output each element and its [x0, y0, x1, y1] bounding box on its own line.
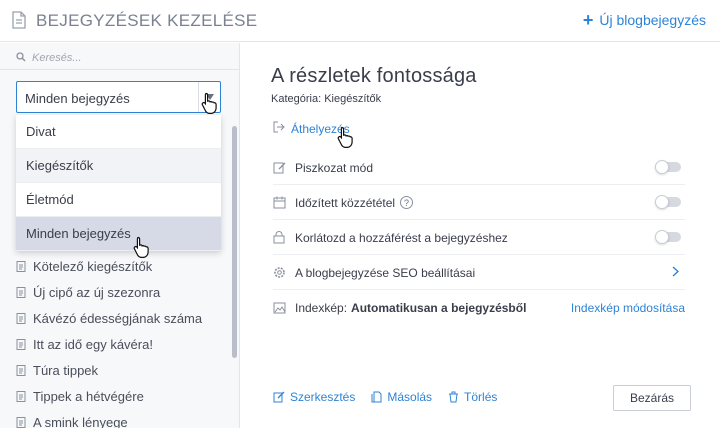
- post-heading: A részletek fontossága: [271, 65, 477, 87]
- edit-label: Szerkesztés: [290, 390, 356, 404]
- copy-icon: [371, 391, 382, 403]
- chevron-right-icon: [672, 266, 680, 280]
- copy-button[interactable]: Másolás: [371, 390, 432, 404]
- document-icon: [12, 11, 26, 34]
- category-filter-select[interactable]: Minden bejegyzés: [16, 81, 221, 113]
- list-item[interactable]: Túra tippek: [16, 357, 228, 383]
- post-icon: [16, 364, 26, 376]
- list-item[interactable]: Új cipő az új szezonra: [16, 279, 228, 305]
- scheduled-publish-label: Időzített közzététel: [295, 195, 396, 210]
- image-icon: [273, 302, 289, 314]
- search-field[interactable]: Keresés...: [16, 49, 82, 67]
- hand-cursor-icon: [201, 92, 217, 114]
- sidebar-scrollbar[interactable]: [232, 126, 237, 358]
- post-title: Kávézó édességjának száma: [33, 310, 203, 326]
- page-title: BEJEGYZÉSEK KEZELÉSE: [36, 11, 258, 30]
- post-title: Kötelező kiegészítők: [33, 258, 153, 274]
- divider: [0, 69, 240, 70]
- list-item[interactable]: Tippek a hétvégére: [16, 383, 228, 409]
- move-icon: [273, 121, 285, 136]
- list-item[interactable]: Kötelező kiegészítők: [16, 253, 228, 279]
- seo-settings-label: A blogbejegyzése SEO beállításai: [295, 265, 476, 280]
- new-post-label: Új blogbejegyzés: [599, 12, 706, 28]
- filter-dropdown-menu: Divat Kiegészítők Életmód Minden bejegyz…: [16, 115, 221, 251]
- restrict-access-toggle[interactable]: [655, 230, 681, 244]
- filter-option-kiegeszitok[interactable]: Kiegészítők: [16, 149, 221, 183]
- change-cover-image-link[interactable]: Indexkép módosítása: [571, 301, 685, 315]
- post-icon: [16, 416, 26, 428]
- scheduled-publish-row: Időzített közzététel ?: [273, 186, 685, 220]
- draft-mode-row: Piszkozat mód: [273, 151, 685, 185]
- list-item[interactable]: Itt az idő egy kávéra!: [16, 331, 228, 357]
- hand-cursor-icon: [133, 236, 149, 258]
- gear-icon: [273, 266, 289, 279]
- post-icon: [16, 390, 26, 402]
- post-actions: Szerkesztés Másolás Törlés: [273, 390, 497, 404]
- pencil-icon: [273, 161, 289, 174]
- post-category: Kategória: Kiegészítők: [271, 93, 382, 105]
- pencil-icon: [273, 391, 285, 403]
- delete-button[interactable]: Törlés: [448, 390, 497, 404]
- header-bar: BEJEGYZÉSEK KEZELÉSE + Új blogbejegyzés: [0, 0, 720, 42]
- help-icon[interactable]: ?: [400, 196, 414, 209]
- draft-mode-label: Piszkozat mód: [295, 160, 374, 175]
- filter-option-eletmod[interactable]: Életmód: [16, 183, 221, 217]
- calendar-icon: [273, 196, 289, 209]
- draft-mode-toggle[interactable]: [655, 160, 681, 174]
- list-item[interactable]: A smink lényege: [16, 409, 228, 428]
- post-title: Itt az idő egy kávéra!: [33, 336, 153, 352]
- plus-icon: +: [582, 10, 594, 30]
- post-details-panel: A részletek fontossága Kategória: Kiegés…: [241, 43, 720, 428]
- post-icon: [16, 286, 26, 298]
- cover-image-row: Indexkép: Automatikusan a bejegyzésből I…: [273, 291, 685, 325]
- post-icon: [16, 260, 26, 272]
- copy-label: Másolás: [387, 390, 433, 404]
- cover-image-label: Indexkép:: [295, 301, 348, 315]
- trash-icon: [449, 391, 459, 403]
- post-icon: [16, 312, 26, 324]
- search-icon: [16, 49, 26, 67]
- delete-label: Törlés: [464, 390, 498, 404]
- search-input[interactable]: Keresés...: [32, 52, 82, 64]
- edit-button[interactable]: Szerkesztés: [273, 390, 355, 404]
- filter-option-all[interactable]: Minden bejegyzés: [16, 217, 221, 251]
- list-item[interactable]: Kávézó édességjának száma: [16, 305, 228, 331]
- scheduled-publish-toggle[interactable]: [655, 195, 681, 209]
- cover-image-value: Automatikusan a bejegyzésből: [351, 301, 527, 315]
- new-post-button[interactable]: + Új blogbejegyzés: [582, 10, 706, 30]
- post-list: Kötelező kiegészítők Új cipő az új szezo…: [16, 253, 228, 428]
- restrict-access-row: Korlátozd a hozzáférést a bejegyzéshez: [273, 221, 685, 255]
- lock-icon: [273, 231, 289, 244]
- post-title: A smink lényege: [33, 414, 128, 428]
- post-title: Túra tippek: [33, 362, 99, 378]
- post-title: Új cipő az új szezonra: [33, 284, 161, 300]
- post-icon: [16, 338, 26, 350]
- filter-selected-value: Minden bejegyzés: [25, 91, 130, 106]
- seo-settings-row[interactable]: A blogbejegyzése SEO beállításai: [273, 256, 685, 290]
- post-title: Tippek a hétvégére: [33, 388, 144, 404]
- close-button[interactable]: Bezárás: [613, 385, 691, 411]
- filter-option-divat[interactable]: Divat: [16, 115, 221, 149]
- hand-cursor-icon: [337, 126, 353, 148]
- restrict-access-label: Korlátozd a hozzáférést a bejegyzéshez: [295, 230, 508, 245]
